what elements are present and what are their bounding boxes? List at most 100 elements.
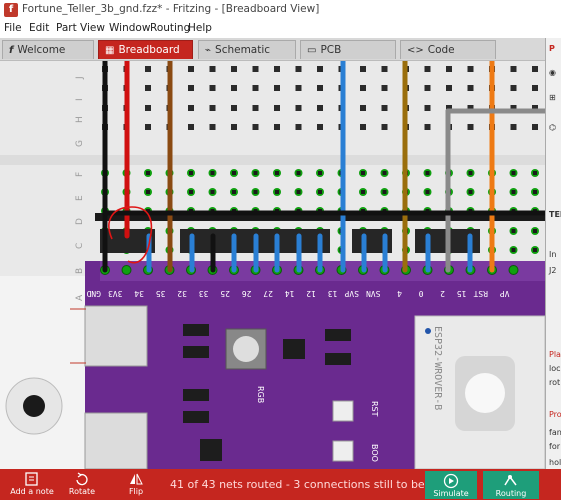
module-dot — [425, 328, 431, 334]
breadboard-hole — [382, 190, 387, 194]
row-label: C — [75, 243, 85, 249]
rgb-led-lens — [233, 336, 259, 362]
row-label: B — [75, 268, 85, 274]
breadboard-svg[interactable]: J I H G F E D C B A GND 3V3 34 35 32 33 25 26 27 14 12 13 SVP… — [0, 61, 545, 469]
breadboard-hole — [274, 124, 280, 130]
usb-connector — [84, 412, 148, 469]
breadboard-hole — [318, 171, 322, 175]
menu-routing[interactable]: Routing — [150, 22, 190, 34]
breadboard-hole — [231, 105, 237, 111]
breadboard-hole — [317, 85, 323, 91]
breadboard-hole — [188, 85, 194, 91]
pin-label: 12 — [306, 289, 316, 298]
breadboard-hole — [424, 105, 431, 111]
breadboard-hole — [424, 66, 431, 72]
tab-welcome[interactable]: f Welcome — [2, 40, 94, 59]
breadboard-icon: ▦ — [105, 45, 115, 56]
view-tab-bar: f Welcome ▦ Breadboard ⌁ Schematic ▭ PCB <> C… — [0, 38, 545, 61]
panel-marker: P — [549, 44, 555, 53]
breadboard-hole — [295, 85, 302, 91]
simulate-button[interactable]: Simulate — [425, 471, 477, 499]
row-label: H — [75, 116, 85, 123]
breadboard-hole — [361, 171, 365, 175]
menu-edit[interactable]: Edit — [29, 22, 49, 34]
barrel-jack-hole — [23, 395, 45, 417]
row-label: E — [75, 195, 85, 201]
parts-icon[interactable]: ⌬ — [549, 123, 556, 132]
usb-connector — [84, 305, 148, 367]
breadboard-hole — [360, 105, 366, 111]
breadboard-hole — [446, 85, 452, 91]
breadboard-hole — [296, 171, 301, 175]
parts-icon[interactable]: ⊞ — [549, 93, 556, 102]
breadboard-hole — [145, 124, 151, 130]
boot-button[interactable] — [332, 440, 354, 462]
menu-view[interactable]: View — [80, 22, 105, 34]
breadboard-hole — [210, 190, 215, 194]
pin-label: 26 — [242, 289, 252, 298]
module-label: ESP32-WROVER-B — [432, 326, 443, 410]
menu-part[interactable]: Part — [56, 22, 77, 34]
breadboard-canvas[interactable]: J I H G F E D C B A GND 3V3 34 35 32 33 25 26 27 14 12 13 SVP… — [0, 61, 545, 469]
breadboard-hole — [510, 85, 517, 91]
panel-item: hol — [549, 458, 561, 467]
row-label: G — [75, 140, 85, 147]
panel-item: TEM — [549, 210, 561, 219]
breadboard-hole — [318, 190, 322, 194]
breadboard-hole — [231, 124, 237, 130]
parts-icon[interactable]: ◉ — [549, 68, 556, 77]
row-label: D — [75, 218, 85, 225]
routing-label: Routing — [495, 489, 527, 498]
rotate-icon — [76, 472, 88, 486]
pin-label: 15 — [457, 289, 467, 298]
breadboard-channel — [0, 155, 545, 165]
breadboard-hole — [188, 105, 194, 111]
title-bar: f Fortune_Teller_3b_gnd.fzz* - Fritzing … — [0, 0, 561, 20]
flip-button[interactable]: Flip — [106, 469, 166, 500]
pin-label: GND — [86, 289, 101, 298]
pin-label: 3V3 — [108, 289, 123, 298]
flip-label: Flip — [128, 487, 144, 496]
breadboard-hole — [253, 190, 258, 194]
schematic-icon: ⌁ — [205, 45, 212, 56]
ic-chip — [283, 339, 305, 359]
pin-label: RST — [473, 289, 488, 298]
tab-welcome-label: Welcome — [17, 44, 66, 56]
breadboard-hole — [296, 190, 301, 194]
breadboard-hole — [424, 85, 431, 91]
pcb-icon: ▭ — [307, 45, 317, 56]
menu-file[interactable]: File — [4, 22, 22, 34]
menu-help[interactable]: Help — [188, 22, 212, 34]
tab-code[interactable]: <> Code — [400, 40, 496, 59]
rotate-button[interactable]: Rotate — [52, 469, 112, 500]
pin-label: 33 — [199, 289, 209, 298]
breadboard-hole — [317, 66, 323, 72]
breadboard-hole — [145, 85, 151, 91]
espressif-logo — [465, 373, 505, 413]
esp-pin[interactable] — [121, 265, 132, 275]
breadboard-hole — [209, 105, 216, 111]
panel-item: Pla — [549, 350, 561, 359]
reset-button[interactable] — [332, 400, 354, 422]
smd-component — [183, 324, 209, 336]
tab-breadboard[interactable]: ▦ Breadboard — [98, 40, 193, 59]
routing-button[interactable]: Routing — [483, 471, 539, 499]
pin-label: 13 — [328, 289, 338, 298]
tab-schematic[interactable]: ⌁ Schematic — [198, 40, 296, 59]
tab-schematic-label: Schematic — [215, 44, 271, 56]
tab-code-label: Code — [427, 44, 455, 56]
breadboard-hole — [468, 171, 473, 175]
fritzing-app-icon: f — [4, 3, 18, 17]
boot-label: BOO — [370, 444, 379, 462]
esp-pin[interactable] — [508, 265, 519, 275]
breadboard-hole — [295, 66, 302, 72]
tab-pcb[interactable]: ▭ PCB — [300, 40, 396, 59]
menu-window[interactable]: Window — [109, 22, 150, 34]
breadboard-hole — [209, 124, 216, 130]
breadboard-hole — [252, 66, 259, 72]
breadboard-hole — [231, 85, 237, 91]
breadboard-hole — [511, 229, 516, 233]
breadboard-hole — [446, 66, 452, 72]
breadboard-hole — [533, 248, 537, 252]
breadboard-hole — [510, 124, 517, 130]
